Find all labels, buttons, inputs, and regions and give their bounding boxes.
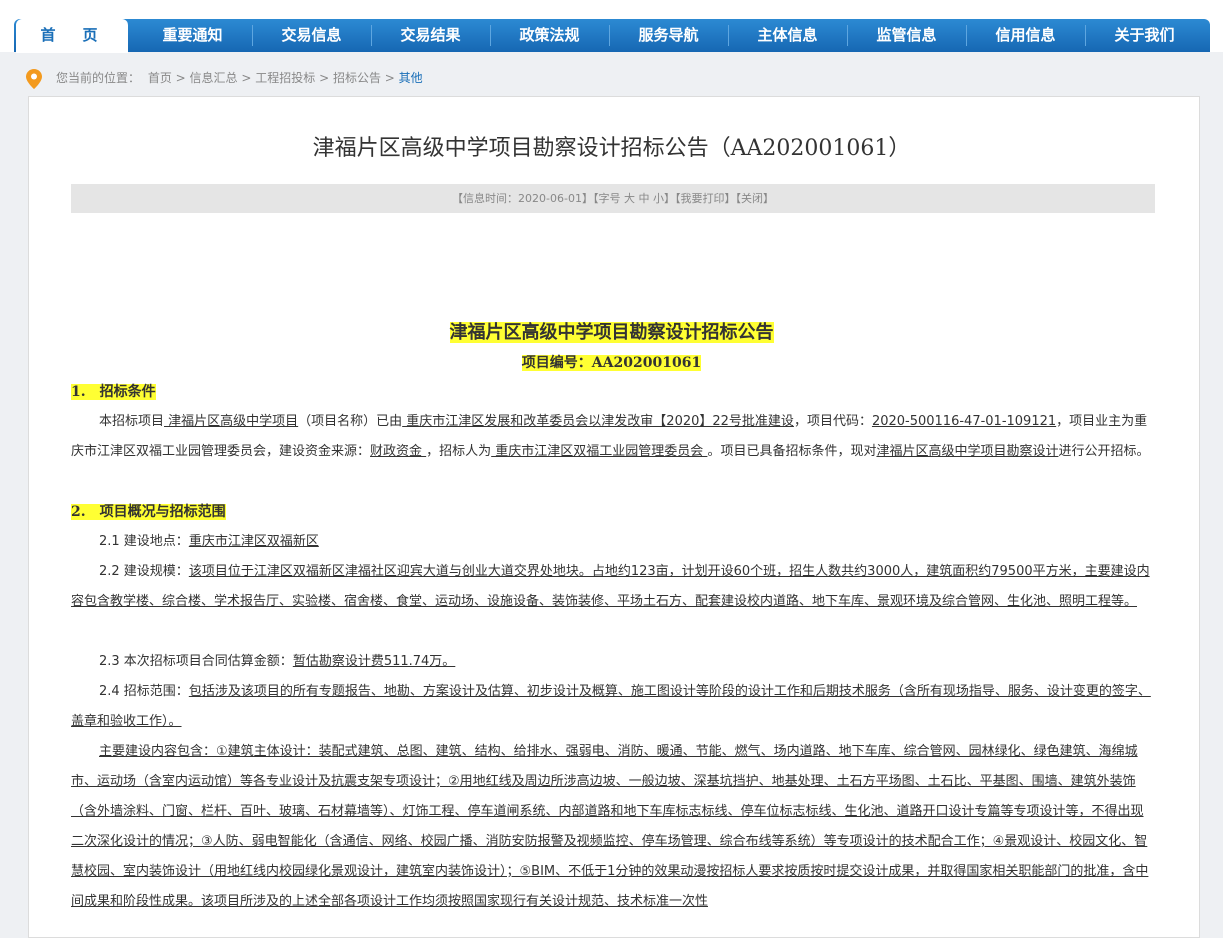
breadcrumb-tender-notice[interactable]: 招标公告 [333, 71, 381, 85]
font-size-large-link[interactable]: 大 [624, 192, 635, 205]
section-2-2: 2.2 建设规模：该项目位于江津区双福新区津福社区迎宾大道与创业大道交界处地块。… [71, 557, 1155, 617]
font-size-medium-link[interactable]: 中 [638, 192, 649, 205]
font-size-label: 【字号 [592, 192, 621, 205]
s1-tender-object: 津福片区高级中学项目勘察设计 [876, 444, 1059, 459]
section-1-paragraph: 本招标项目 津福片区高级中学项目（项目名称）已由 重庆市江津区发展和改革委员会以… [71, 407, 1155, 467]
s2-1-value: 重庆市江津区双福新区 [188, 534, 319, 549]
section-2-1: 2.1 建设地点：重庆市江津区双福新区 [71, 527, 1155, 557]
s1-project-code: 2020-500116-47-01-109121 [871, 414, 1057, 429]
nav-service-guide[interactable]: 服务导航 [609, 19, 728, 52]
s2-4-value: 包括涉及该项目的所有专题报告、地勘、方案设计及估算、初步设计及概算、施工图设计等… [71, 684, 1151, 729]
section-2-4: 2.4 招标范围：包括涉及该项目的所有专题报告、地勘、方案设计及估算、初步设计及… [71, 677, 1155, 737]
breadcrumb-separator: > [380, 71, 399, 85]
s2-3-label: 2.3 本次招标项目合同估算金额： [99, 654, 293, 669]
s2-2-label: 2.2 建设规模： [99, 564, 189, 579]
section-2-5: 主要建设内容包含：①建筑主体设计：装配式建筑、总图、建筑、结构、给排水、强弱电、… [71, 737, 1155, 917]
nav-supervision-info[interactable]: 监管信息 [847, 19, 966, 52]
breadcrumb-prefix: 您当前的位置： [56, 71, 141, 85]
info-bar: 【信息时间：2020-06-01】【字号 大 中 小】【我要打印】【关闭】 [71, 184, 1155, 213]
s1-text-6: 。项目已具备招标条件，现对 [707, 444, 877, 459]
s2-5-value: 主要建设内容包含：①建筑主体设计：装配式建筑、总图、建筑、结构、给排水、强弱电、… [71, 744, 1149, 909]
s1-funding: 财政资金 [370, 444, 427, 459]
s2-4-label: 2.4 招标范围： [99, 684, 189, 699]
document-title-text: 津福片区高级中学项目勘察设计招标公告 [449, 322, 774, 343]
page-title: 津福片区高级中学项目勘察设计招标公告（AA202001061） [312, 136, 911, 161]
info-time: 【信息时间：2020-06-01】 [452, 192, 593, 205]
breadcrumb-separator: > [237, 71, 256, 85]
nav-home[interactable]: 首 页 [16, 19, 128, 53]
section-1-heading-text: 1. 招标条件 [71, 384, 156, 400]
section-2-heading-text: 2. 项目概况与招标范围 [71, 504, 226, 520]
s1-tenderer: 重庆市江津区双福工业园管理委员会 [491, 444, 708, 459]
close-link[interactable]: 【关闭】 [735, 192, 774, 205]
nav-credit-info[interactable]: 信用信息 [966, 19, 1085, 52]
section-2-heading: 2. 项目概况与招标范围 [71, 501, 226, 521]
s1-text-5: ，招标人为 [426, 444, 492, 459]
project-number-text: 项目编号：AA202001061 [521, 355, 702, 371]
s2-3-value: 暂估勘察设计费511.74万。 [292, 654, 456, 669]
section-2-3: 2.3 本次招标项目合同估算金额：暂估勘察设计费511.74万。 [71, 647, 1155, 677]
s1-text-3: ，项目代码： [793, 414, 872, 429]
breadcrumb-separator: > [315, 71, 333, 85]
breadcrumb-home[interactable]: 首页 [148, 71, 172, 85]
nav-important-notice[interactable]: 重要通知 [133, 19, 252, 52]
s1-text-1: 本招标项目 [99, 414, 165, 429]
nav-about-us[interactable]: 关于我们 [1085, 19, 1204, 52]
s2-1-label: 2.1 建设地点： [99, 534, 189, 549]
breadcrumb-separator: > [171, 71, 190, 85]
s1-text-2: （项目名称）已由 [298, 414, 403, 429]
s1-text-7: 进行公开招标。 [1058, 444, 1150, 459]
nav-trade-info[interactable]: 交易信息 [252, 19, 371, 52]
s1-project-name: 津福片区高级中学项目 [164, 414, 299, 429]
font-size-small-link[interactable]: 小】 [653, 192, 675, 205]
s1-approval: 重庆市江津区发展和改革委员会以津发改审【2020】22号批准建设 [402, 414, 794, 429]
breadcrumb: 您当前的位置： 首页 > 信息汇总 > 工程招投标 > 招标公告 > 其他 [56, 68, 423, 88]
s2-2-value: 该项目位于江津区双福新区津福社区迎宾大道与创业大道交界处地块。占地约123亩，计… [71, 564, 1150, 609]
project-number: 项目编号：AA202001061 [0, 352, 1223, 372]
nav-policy[interactable]: 政策法规 [490, 19, 609, 52]
document-title: 津福片区高级中学项目勘察设计招标公告 [0, 318, 1223, 344]
nav-entity-info[interactable]: 主体信息 [728, 19, 847, 52]
print-link[interactable]: 【我要打印】 [675, 192, 736, 205]
nav-trade-results[interactable]: 交易结果 [371, 19, 490, 52]
location-pin-icon [26, 69, 42, 89]
breadcrumb-info-summary[interactable]: 信息汇总 [190, 71, 238, 85]
breadcrumb-current: 其他 [398, 71, 423, 85]
breadcrumb-engineering-bidding[interactable]: 工程招投标 [255, 71, 315, 85]
section-1-heading: 1. 招标条件 [71, 381, 156, 401]
